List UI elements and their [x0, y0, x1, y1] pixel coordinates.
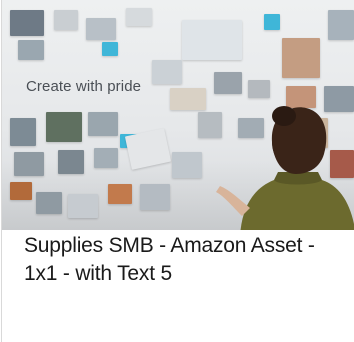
photo-tile: [36, 192, 62, 214]
accent-tile: [102, 42, 118, 56]
photo-tile: [54, 10, 78, 30]
photo-tile: [10, 10, 44, 36]
photo-tile: [10, 118, 36, 146]
photo-tile: [10, 182, 32, 200]
photo-tile: [140, 184, 170, 210]
photo-tile: [282, 38, 320, 78]
photo-tile: [214, 72, 242, 94]
photo-tile: [58, 150, 84, 174]
photo-tile: [152, 60, 182, 84]
photo-tile: [172, 152, 202, 178]
photo-tile: [108, 184, 132, 204]
photo-tile: [86, 18, 116, 40]
photo-tile: [94, 148, 118, 168]
asset-card[interactable]: Create with pride Supplies SMB - Amazon …: [0, 0, 354, 342]
photo-tile: [14, 152, 44, 176]
photo-tile: [88, 112, 118, 136]
photo-tile: [170, 88, 206, 110]
card-title[interactable]: Supplies SMB - Amazon Asset - 1x1 - with…: [24, 232, 346, 288]
photo-tile: [68, 194, 98, 218]
person-figure: [216, 106, 354, 230]
photo-tile: [18, 40, 44, 60]
photo-tile: [46, 112, 82, 142]
hero-caption: Create with pride: [26, 78, 142, 95]
photo-tile: [328, 10, 354, 40]
photo-tile: [182, 20, 242, 60]
accent-tile: [264, 14, 280, 30]
photo-tile: [126, 8, 152, 26]
hero-image: Create with pride: [2, 0, 354, 230]
